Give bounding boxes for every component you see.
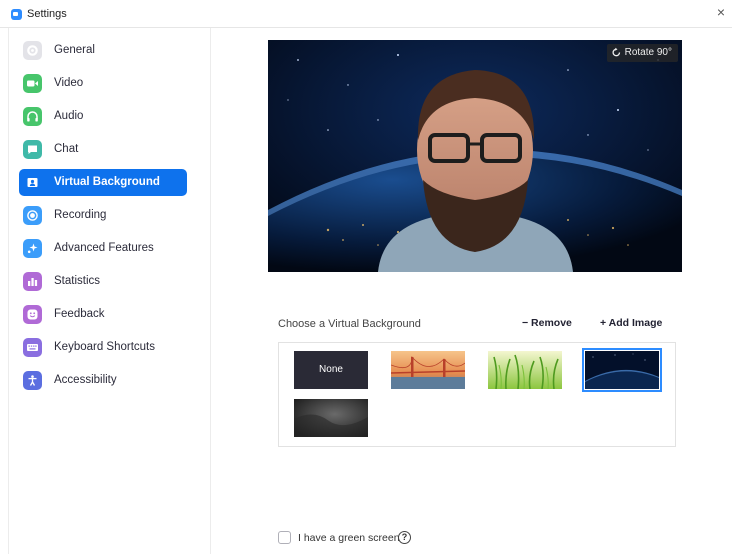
sidebar-item-recording[interactable]: Recording [19, 202, 187, 229]
add-image-button[interactable]: + Add Image [600, 317, 662, 329]
sidebar-item-statistics[interactable]: Statistics [19, 268, 187, 295]
green-screen-label: I have a green screen [298, 532, 400, 544]
sidebar-item-label: Accessibility [54, 374, 117, 386]
zoom-app-icon [11, 9, 22, 20]
sidebar-item-label: Virtual Background [54, 176, 160, 188]
sidebar-item-label: General [54, 44, 95, 56]
gear-icon [23, 41, 42, 60]
sidebar-item-label: Keyboard Shortcuts [54, 341, 156, 353]
sidebar-item-label: Statistics [54, 275, 101, 287]
record-icon [23, 206, 42, 225]
rotate-label: Rotate 90° [624, 47, 672, 58]
camera-icon [23, 74, 42, 93]
choose-background-label: Choose a Virtual Background [278, 318, 421, 330]
chat-icon [23, 140, 42, 159]
smile-icon [23, 305, 42, 324]
thumb-grass[interactable] [488, 351, 562, 389]
sidebar-item-advanced-features[interactable]: Advanced Features [19, 235, 187, 262]
rotate-icon [612, 47, 620, 57]
sidebar-item-audio[interactable]: Audio [19, 103, 187, 130]
sidebar-item-chat[interactable]: Chat [19, 136, 187, 163]
sidebar-item-general[interactable]: General [19, 37, 187, 64]
sidebar-item-label: Feedback [54, 308, 105, 320]
sidebar-item-label: Chat [54, 143, 79, 155]
earth-space-preview-image [268, 40, 682, 272]
sidebar-item-keyboard-shortcuts[interactable]: Keyboard Shortcuts [19, 334, 187, 361]
sidebar-item-label: Recording [54, 209, 107, 221]
sidebar-item-label: Audio [54, 110, 84, 122]
sidebar-item-video[interactable]: Video [19, 70, 187, 97]
person-icon [23, 173, 42, 192]
sidebar-item-label: Video [54, 77, 84, 89]
close-icon[interactable]: × [714, 5, 728, 19]
green-screen-checkbox[interactable] [278, 531, 291, 544]
bar-chart-icon [23, 272, 42, 291]
help-icon[interactable]: ? [398, 531, 411, 544]
thumb-none[interactable]: None [294, 351, 368, 389]
window-title: Settings [27, 8, 67, 20]
sidebar-item-accessibility[interactable]: Accessibility [19, 367, 187, 394]
sidebar-item-label: Advanced Features [54, 242, 154, 254]
thumb-dark-texture[interactable] [294, 399, 368, 437]
thumb-golden-gate[interactable] [391, 351, 465, 389]
rotate-button[interactable]: Rotate 90° [606, 44, 678, 62]
accessibility-icon [23, 371, 42, 390]
sidebar-item-virtual-background[interactable]: Virtual Background [19, 169, 187, 196]
keyboard-icon [23, 338, 42, 357]
remove-button[interactable]: − Remove [522, 317, 572, 329]
sparkle-icon [23, 239, 42, 258]
background-gallery: None [278, 342, 676, 447]
sidebar-item-feedback[interactable]: Feedback [19, 301, 187, 328]
virtual-background-panel: Rotate 90° Choose a Virtual Background −… [212, 28, 732, 554]
camera-preview: Rotate 90° [268, 40, 682, 272]
title-bar: Settings × [0, 0, 732, 28]
headphones-icon [23, 107, 42, 126]
thumb-earth-space[interactable] [582, 348, 662, 392]
settings-sidebar: General Video Audio Chat Virtual Backgro… [8, 28, 211, 554]
